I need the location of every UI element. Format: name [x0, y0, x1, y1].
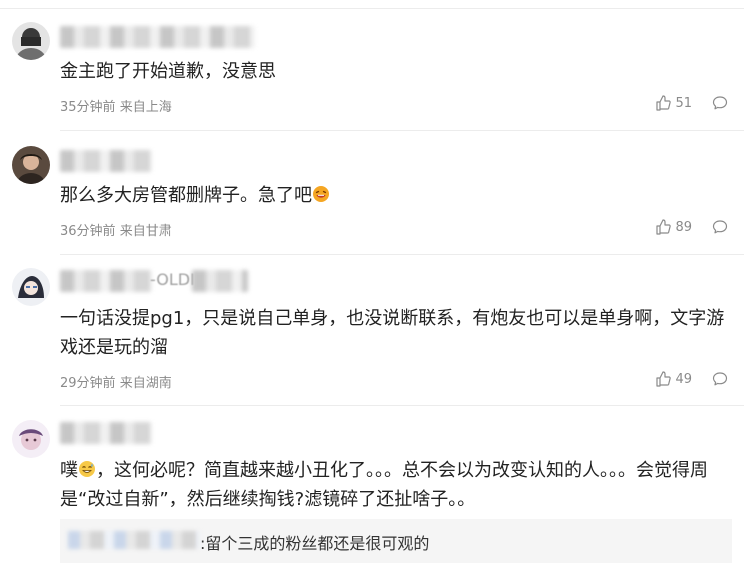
reply-preview[interactable]: :留个三成的粉丝都还是很可观的 — [60, 519, 732, 563]
avatar[interactable] — [12, 420, 50, 458]
reply-text: :留个三成的粉丝都还是很可观的 — [200, 534, 430, 553]
comment-text-body: ，这何必呢？简直越来越小丑化了。。。总不会以为改变认知的人。。。会觉得周是“改过… — [60, 460, 708, 510]
comment-item: 噗，这何必呢？简直越来越小丑化了。。。总不会以为改变认知的人。。。会觉得周是“改… — [0, 0, 744, 567]
reply-username-redacted[interactable] — [68, 531, 200, 549]
comment-text-prefix: 噗 — [60, 460, 78, 481]
grin-sweat-face-icon — [78, 458, 96, 477]
username-redacted[interactable] — [60, 422, 152, 444]
comment-text: 噗，这何必呢？简直越来越小丑化了。。。总不会以为改变认知的人。。。会觉得周是“改… — [60, 456, 730, 514]
